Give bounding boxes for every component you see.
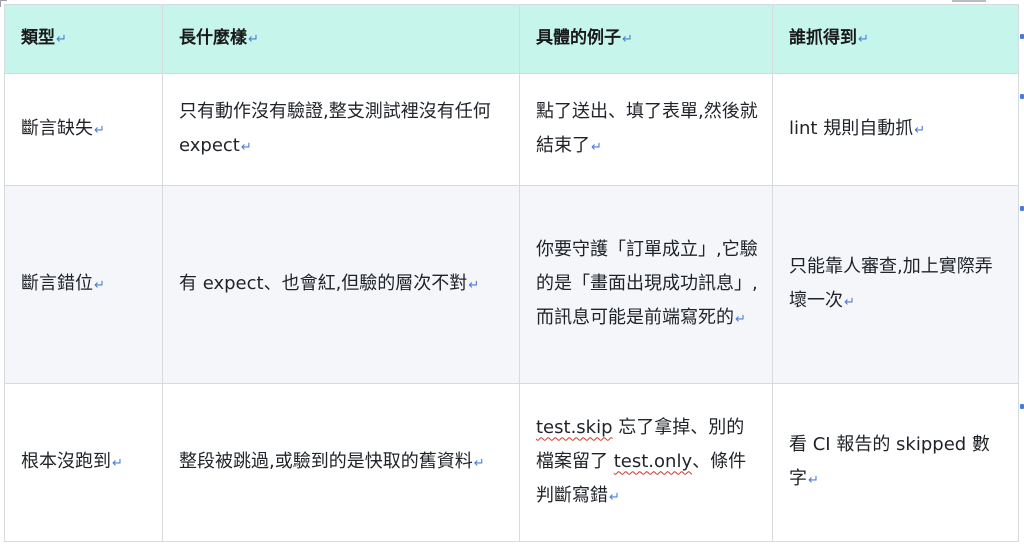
cell-example[interactable]: 點了送出、填了表單,然後就結束了↵ (519, 73, 773, 186)
header-example-label: 具體的例子 (536, 28, 621, 48)
comparison-table: 類型↵ 長什麼樣↵ 具體的例子↵ 誰抓得到↵ 斷言缺失↵ 只有動作沒有驗證,整支… (4, 4, 1019, 542)
cell-text: lint 規則自動抓 (789, 117, 914, 139)
return-mark-icon: ↵ (56, 32, 67, 47)
return-mark-icon: ↵ (248, 32, 259, 47)
header-cell-example[interactable]: 具體的例子↵ (519, 4, 773, 74)
return-mark-icon: ↵ (468, 277, 480, 293)
code-term-spellcheck: test.only (613, 450, 693, 472)
return-mark-icon: ↵ (808, 472, 819, 488)
row-end-marker-icon (1020, 34, 1024, 39)
cell-catcher[interactable]: 只能靠人審查,加上實際弄壞一次↵ (772, 185, 1019, 384)
return-mark-icon: ↵ (473, 455, 485, 471)
cell-type[interactable]: 斷言缺失↵ (4, 73, 163, 186)
header-cell-appearance[interactable]: 長什麼樣↵ (162, 4, 520, 74)
row-end-marker-icon (1020, 404, 1024, 409)
code-term-spellcheck: test.skip (536, 416, 613, 438)
header-type-label: 類型 (21, 28, 55, 48)
table-header-row: 類型↵ 長什麼樣↵ 具體的例子↵ 誰抓得到↵ (4, 4, 1019, 74)
cell-text: 你要守護「訂單成立」,它驗的是「畫面出現成功訊息」,而訊息可能是前端寫死的 (536, 238, 758, 328)
return-mark-icon: ↵ (609, 489, 620, 505)
cell-catcher[interactable]: lint 規則自動抓↵ (772, 73, 1019, 186)
cell-text: 看 CI 報告的 skipped 數字 (789, 433, 990, 489)
cell-text: 斷言錯位 (21, 272, 93, 294)
table-row: 根本沒跑到↵ 整段被跳過,或驗到的是快取的舊資料↵ test.skip 忘了拿掉… (4, 383, 1019, 542)
return-mark-icon: ↵ (914, 122, 926, 138)
cell-appearance[interactable]: 整段被跳過,或驗到的是快取的舊資料↵ (162, 383, 520, 542)
return-mark-icon: ↵ (112, 455, 123, 471)
cell-text: 根本沒跑到 (21, 450, 111, 472)
return-mark-icon: ↵ (591, 139, 602, 155)
return-mark-icon: ↵ (94, 277, 105, 293)
return-mark-icon: ↵ (735, 311, 746, 327)
return-mark-icon: ↵ (240, 139, 252, 155)
row-end-marker-icon (1020, 206, 1024, 211)
header-cell-catcher[interactable]: 誰抓得到↵ (772, 4, 1019, 74)
cell-text: 只有動作沒有驗證,整支測試裡沒有任何 expect (179, 100, 491, 156)
cell-type[interactable]: 根本沒跑到↵ (4, 383, 163, 542)
header-appearance-label: 長什麼樣 (179, 28, 247, 48)
cell-text: 斷言缺失 (21, 117, 93, 139)
cell-text: 整段被跳過,或驗到的是快取的舊資料 (179, 450, 473, 472)
row-end-marker-icon (1020, 94, 1024, 99)
return-mark-icon: ↵ (622, 32, 633, 47)
cell-example[interactable]: 你要守護「訂單成立」,它驗的是「畫面出現成功訊息」,而訊息可能是前端寫死的↵ (519, 185, 773, 384)
scrollbar-stub[interactable] (952, 0, 986, 2)
return-mark-icon: ↵ (844, 294, 855, 310)
cell-text: 只能靠人審查,加上實際弄壞一次 (789, 255, 993, 311)
return-mark-icon: ↵ (858, 32, 869, 47)
header-catcher-label: 誰抓得到 (789, 28, 857, 48)
return-mark-icon: ↵ (94, 122, 105, 138)
cell-text: 點了送出、填了表單,然後就結束了 (536, 100, 758, 156)
cell-type[interactable]: 斷言錯位↵ (4, 185, 163, 384)
cell-text: 有 expect、也會紅,但驗的層次不對 (179, 272, 468, 294)
header-cell-type[interactable]: 類型↵ (4, 4, 163, 74)
cell-appearance[interactable]: 只有動作沒有驗證,整支測試裡沒有任何 expect↵ (162, 73, 520, 186)
cell-example[interactable]: test.skip 忘了拿掉、別的檔案留了 test.only、條件判斷寫錯↵ (519, 383, 773, 542)
cell-appearance[interactable]: 有 expect、也會紅,但驗的層次不對↵ (162, 185, 520, 384)
table-row: 斷言缺失↵ 只有動作沒有驗證,整支測試裡沒有任何 expect↵ 點了送出、填了… (4, 73, 1019, 186)
cell-catcher[interactable]: 看 CI 報告的 skipped 數字↵ (772, 383, 1019, 542)
table-row: 斷言錯位↵ 有 expect、也會紅,但驗的層次不對↵ 你要守護「訂單成立」,它… (4, 185, 1019, 384)
